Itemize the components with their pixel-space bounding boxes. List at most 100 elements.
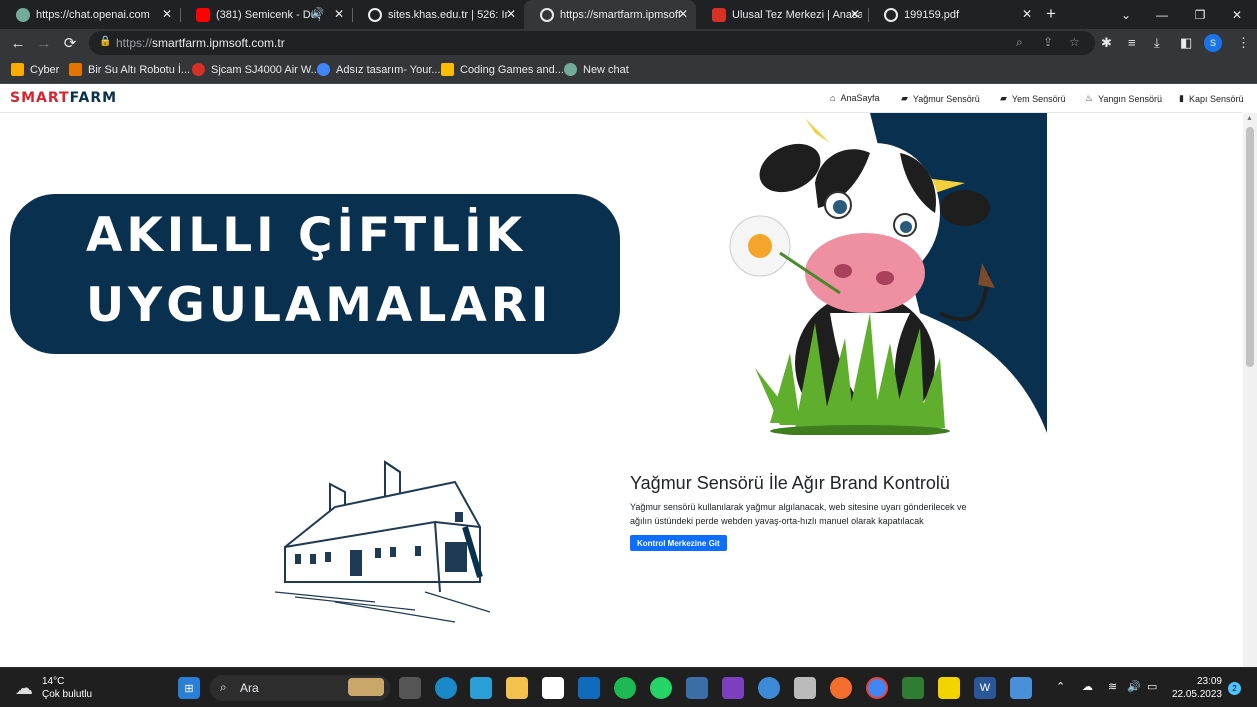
close-icon[interactable]: ✕ bbox=[162, 7, 172, 21]
back-button[interactable]: ← bbox=[8, 33, 28, 53]
logo-smart: SMART bbox=[10, 90, 70, 106]
chatgpt-icon bbox=[16, 7, 30, 22]
side-panel-icon[interactable]: ◧ bbox=[1180, 35, 1192, 51]
tab-tez-merkezi[interactable]: Ulusal Tez Merkezi | Anasayfa ✕ bbox=[696, 0, 868, 29]
word-icon[interactable]: W bbox=[974, 677, 996, 699]
nav-door-sensor[interactable]: ▮ Kapı Sensörü bbox=[1179, 93, 1244, 104]
tab-chatgpt[interactable]: https://chat.openai.com ✕ bbox=[0, 0, 180, 29]
maximize-button[interactable]: ❐ bbox=[1180, 0, 1220, 29]
tab-youtube[interactable]: (381) Semicenk - Düşer 🔊 ✕ bbox=[180, 0, 352, 29]
whatsapp-icon[interactable] bbox=[650, 677, 672, 699]
section-description: Yağmur sensörü kullanılarak yağmur algıl… bbox=[630, 502, 967, 526]
bookmark-item[interactable]: Coding Games and... bbox=[441, 63, 564, 76]
scrollbar-thumb[interactable] bbox=[1246, 127, 1254, 367]
globe-icon bbox=[540, 7, 554, 22]
nav-fire-sensor[interactable]: ♨ Yangın Sensörü bbox=[1085, 93, 1162, 104]
tab-khas[interactable]: sites.khas.edu.tr | 526: Invali ✕ bbox=[352, 0, 524, 29]
bookmarks-bar: Cyber Bir Su Altı Robotu İ... Sjcam SJ40… bbox=[0, 57, 1257, 84]
close-icon[interactable]: ✕ bbox=[850, 7, 860, 21]
bookmark-item[interactable]: Cyber bbox=[11, 63, 59, 76]
close-icon[interactable]: ✕ bbox=[506, 7, 516, 21]
store-icon[interactable] bbox=[542, 677, 564, 699]
close-icon[interactable]: ✕ bbox=[678, 7, 688, 21]
speaker-icon[interactable]: 🔊 bbox=[312, 8, 324, 19]
task-view-icon[interactable] bbox=[399, 677, 421, 699]
site-navbar: SMARTFARM ⌂ AnaSayfa ▰ Yağmur Sensörü ▰ Yem… bbox=[0, 84, 1244, 113]
nav-rain-sensor[interactable]: ▰ Yağmur Sensörü bbox=[901, 93, 980, 104]
package-icon[interactable] bbox=[794, 677, 816, 699]
monitor-icon[interactable] bbox=[470, 677, 492, 699]
bookmark-item[interactable]: Sjcam SJ4000 Air W... bbox=[192, 63, 320, 76]
menu-icon[interactable]: ⋮ bbox=[1237, 35, 1250, 51]
start-icon[interactable]: ⊞ bbox=[178, 677, 200, 699]
fire-icon: ♨ bbox=[1085, 93, 1094, 103]
nav-feed-sensor[interactable]: ▰ Yem Sensörü bbox=[1000, 93, 1066, 104]
close-icon[interactable]: ✕ bbox=[1022, 7, 1032, 21]
download-icon[interactable]: ⤓ bbox=[1154, 35, 1160, 51]
address-bar[interactable]: 🔒 https://smartfarm.ipmsoft.com.tr bbox=[89, 31, 1095, 55]
chevron-up-icon[interactable]: ⌃ bbox=[1056, 680, 1065, 693]
bookmark-item[interactable]: Adsız tasarım- Your... bbox=[317, 63, 441, 76]
game-icon[interactable] bbox=[902, 677, 924, 699]
taskbar-search[interactable]: ⌕ Ara bbox=[210, 675, 390, 701]
search-icon: ⌕ bbox=[220, 680, 227, 694]
share-icon[interactable]: ⇪ bbox=[1043, 35, 1053, 49]
cow-illustration bbox=[729, 113, 1047, 435]
bookmark-star-icon[interactable]: ☆ bbox=[1069, 35, 1080, 49]
notification-badge[interactable]: 2 bbox=[1228, 682, 1241, 695]
battery-icon[interactable]: ▭ bbox=[1147, 680, 1157, 693]
extensions-icon[interactable]: ✱ bbox=[1101, 35, 1112, 51]
weather-tray-icon[interactable]: ☁ bbox=[1082, 680, 1093, 693]
zoom-icon[interactable]: ⌕ bbox=[1016, 35, 1023, 50]
system-clock[interactable]: 23:09 22.05.2023 bbox=[1170, 675, 1222, 701]
bookmark-label: Cyber bbox=[30, 63, 60, 76]
tab-pdf[interactable]: 199159.pdf ✕ bbox=[868, 0, 1040, 29]
bookmark-label: Sjcam SJ4000 Air W... bbox=[211, 63, 320, 76]
windows-taskbar: ☁ 14°C Çok bulutlu ⊞ ⌕ Ara W ⌃ ☁ ≋ 🔊 ▭ 2… bbox=[0, 667, 1257, 707]
weather-icon[interactable]: ☁ bbox=[15, 678, 33, 699]
bookmark-label: New chat bbox=[583, 63, 629, 76]
tab-smartfarm[interactable]: https://smartfarm.ipmsoft.c ✕ bbox=[524, 0, 696, 29]
spotify-icon[interactable] bbox=[614, 677, 636, 699]
canva-icon bbox=[317, 63, 330, 76]
tab-title: https://smartfarm.ipmsoft.c bbox=[560, 8, 680, 21]
minimize-button[interactable]: — bbox=[1142, 0, 1182, 29]
edge-icon[interactable] bbox=[435, 677, 457, 699]
lock-icon: 🔒 bbox=[99, 36, 112, 47]
profile-avatar[interactable]: S bbox=[1204, 34, 1222, 52]
tab-search-icon[interactable]: ⌄ bbox=[1106, 0, 1146, 29]
site-logo[interactable]: SMARTFARM bbox=[10, 90, 117, 106]
tab-title: (381) Semicenk - Düşer bbox=[216, 8, 320, 21]
globe-icon bbox=[884, 7, 898, 22]
nav-label: Kapı Sensörü bbox=[1188, 93, 1244, 104]
forward-button[interactable]: → bbox=[34, 33, 54, 53]
scroll-up-arrow[interactable]: ▲ bbox=[1246, 115, 1253, 122]
control-center-button[interactable]: Kontrol Merkezine Git bbox=[630, 535, 727, 551]
bookmark-favicon bbox=[192, 63, 205, 76]
chrome-icon[interactable] bbox=[866, 677, 888, 699]
visual-studio-icon[interactable] bbox=[722, 677, 744, 699]
car-icon: ▰ bbox=[1000, 93, 1007, 103]
app-icon[interactable] bbox=[938, 677, 960, 699]
new-tab-button[interactable]: + bbox=[1046, 4, 1056, 24]
hero-line-2: UYGULAMALARI bbox=[86, 278, 553, 333]
page-scrollbar[interactable]: ▲ bbox=[1243, 113, 1257, 667]
file-explorer-icon[interactable] bbox=[506, 677, 528, 699]
window-close-button[interactable]: ✕ bbox=[1217, 0, 1257, 29]
mail-icon[interactable] bbox=[578, 677, 600, 699]
wifi-icon[interactable]: ≋ bbox=[1108, 680, 1117, 693]
nav-home[interactable]: ⌂ AnaSayfa bbox=[830, 93, 879, 103]
virtualbox-icon[interactable] bbox=[686, 677, 708, 699]
app-icon[interactable] bbox=[758, 677, 780, 699]
bookmark-item[interactable]: Bir Su Altı Robotu İ... bbox=[69, 63, 190, 76]
close-icon[interactable]: ✕ bbox=[334, 7, 344, 21]
weather-widget[interactable]: 14°C Çok bulutlu bbox=[42, 675, 92, 701]
nav-label: Yağmur Sensörü bbox=[912, 93, 980, 104]
youtube-icon bbox=[196, 7, 210, 22]
postman-icon[interactable] bbox=[830, 677, 852, 699]
volume-icon[interactable]: 🔊 bbox=[1127, 680, 1141, 693]
bookmark-item[interactable]: New chat bbox=[564, 63, 629, 76]
reading-list-icon[interactable]: ≡ bbox=[1128, 35, 1136, 50]
app-icon[interactable] bbox=[1010, 677, 1032, 699]
reload-button[interactable]: ⟳ bbox=[60, 33, 80, 53]
